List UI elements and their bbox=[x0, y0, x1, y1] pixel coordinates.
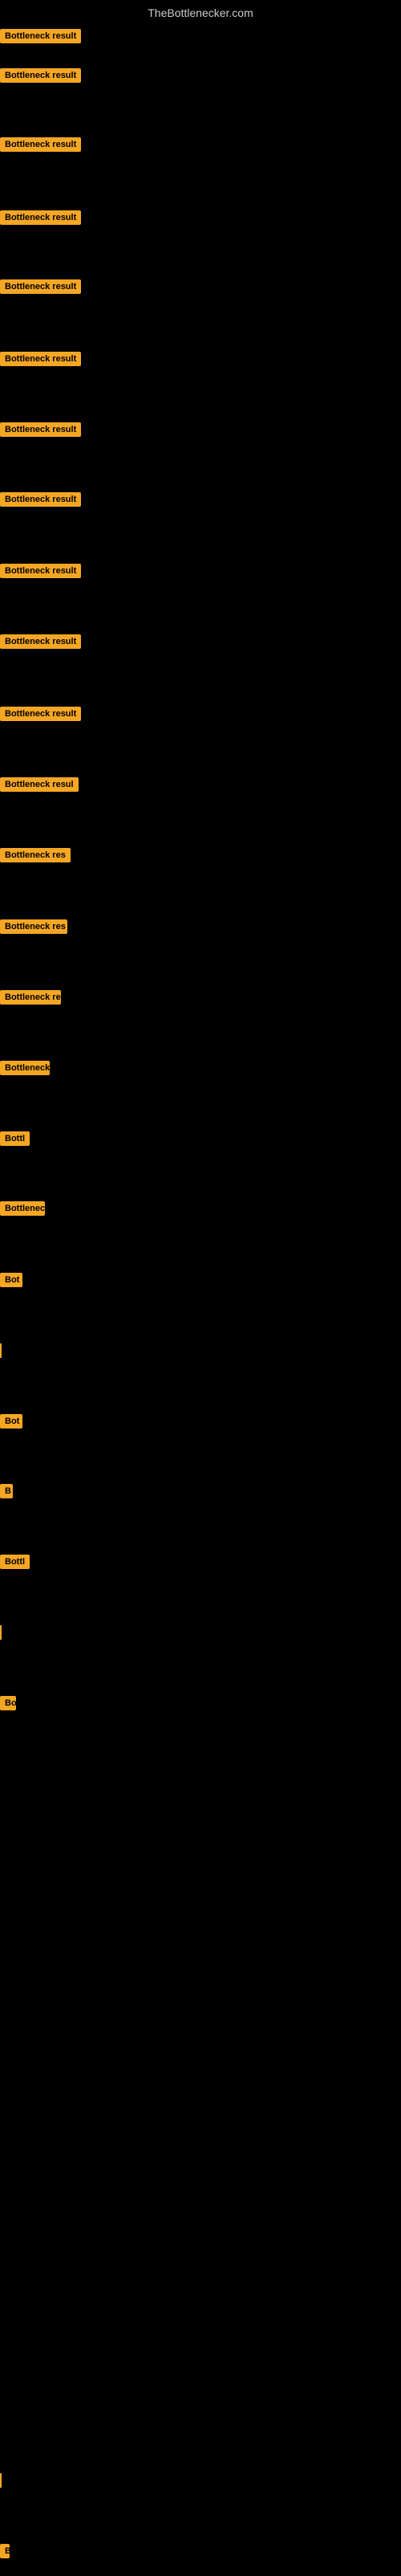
bottleneck-badge-row: Bottleneck result bbox=[0, 564, 81, 582]
bottleneck-badge-row: Bottleneck res bbox=[0, 848, 71, 866]
bottleneck-result-badge[interactable]: Bottleneck result bbox=[0, 352, 81, 366]
bottleneck-badge-row: Bottleneck result bbox=[0, 422, 81, 441]
bottleneck-result-badge[interactable]: Bo bbox=[0, 1696, 16, 1710]
bottleneck-badge-row: Bottleneck result bbox=[0, 634, 81, 653]
bottleneck-badge-row: Bo bbox=[0, 1696, 16, 1714]
bottleneck-badge-row: Bottleneck result bbox=[0, 352, 81, 370]
bottleneck-result-badge[interactable]: Bottleneck result bbox=[0, 68, 81, 83]
bottleneck-result-badge[interactable]: Bottleneck result bbox=[0, 137, 81, 152]
bottleneck-result-badge[interactable]: Bot bbox=[0, 1414, 22, 1429]
bottleneck-result-badge[interactable]: Bottleneck result bbox=[0, 564, 81, 578]
bottleneck-result-badge[interactable]: Bottleneck result bbox=[0, 210, 81, 225]
bottleneck-result-badge[interactable]: Bottleneck bbox=[0, 1061, 50, 1075]
bottleneck-result-badge[interactable]: Bottleneck re bbox=[0, 990, 61, 1005]
bottleneck-badge-row: Bottleneck resul bbox=[0, 777, 79, 796]
bottleneck-badge-row: Bottleneck result bbox=[0, 68, 81, 87]
bottleneck-result-badge[interactable]: Bottleneck result bbox=[0, 29, 81, 43]
bottleneck-badge-row: B bbox=[0, 2544, 10, 2562]
bottleneck-badge-row: Bottleneck result bbox=[0, 492, 81, 511]
bottleneck-badge-row: Bottleneck result bbox=[0, 279, 81, 298]
bottleneck-result-badge[interactable]: Bottl bbox=[0, 1131, 30, 1146]
bottleneck-badge-row: Bottleneck result bbox=[0, 29, 81, 47]
bottleneck-result-badge[interactable]: B bbox=[0, 1484, 13, 1498]
bottleneck-result-badge[interactable]: Bottlenec bbox=[0, 1201, 45, 1216]
bottleneck-result-badge[interactable]: Bottleneck res bbox=[0, 848, 71, 862]
bottleneck-result-badge[interactable]: Bottleneck resul bbox=[0, 777, 79, 792]
bottleneck-result-badge[interactable]: Bottleneck res bbox=[0, 919, 67, 934]
bottleneck-badge-row: Bottleneck result bbox=[0, 707, 81, 725]
bottleneck-result-badge[interactable]: Bot bbox=[0, 1273, 22, 1287]
bottleneck-badge-row bbox=[0, 1343, 2, 1358]
bottleneck-badge-row bbox=[0, 1625, 2, 1640]
bottleneck-result-badge[interactable]: Bottl bbox=[0, 1555, 30, 1569]
bottleneck-result-badge[interactable]: Bottleneck result bbox=[0, 707, 81, 721]
bottleneck-result-badge[interactable]: Bottleneck result bbox=[0, 492, 81, 507]
bottleneck-badge-row: Bottleneck result bbox=[0, 137, 81, 156]
bottleneck-result-badge[interactable]: Bottleneck result bbox=[0, 422, 81, 437]
bottleneck-badge-row: Bottleneck res bbox=[0, 919, 67, 938]
bottleneck-badge-row: Bottleneck bbox=[0, 1061, 50, 1079]
bottleneck-result-badge[interactable]: B bbox=[0, 2544, 10, 2558]
bottleneck-result-badge[interactable]: Bottleneck result bbox=[0, 634, 81, 649]
bottleneck-badge-row: Bottlenec bbox=[0, 1201, 45, 1220]
bottleneck-result-badge[interactable]: Bottleneck result bbox=[0, 279, 81, 294]
site-title: TheBottlenecker.com bbox=[0, 0, 401, 22]
bottleneck-badge-row: Bottl bbox=[0, 1131, 30, 1150]
bottleneck-badge-row: Bot bbox=[0, 1273, 22, 1291]
bottleneck-badge-row: Bottl bbox=[0, 1555, 30, 1573]
bottleneck-badge-row: B bbox=[0, 1484, 13, 1502]
bottleneck-badge-row: Bottleneck result bbox=[0, 210, 81, 229]
bottleneck-badge-row: Bottleneck re bbox=[0, 990, 61, 1009]
bottleneck-badge-row bbox=[0, 2473, 2, 2488]
bottleneck-badge-row: Bot bbox=[0, 1414, 22, 1433]
